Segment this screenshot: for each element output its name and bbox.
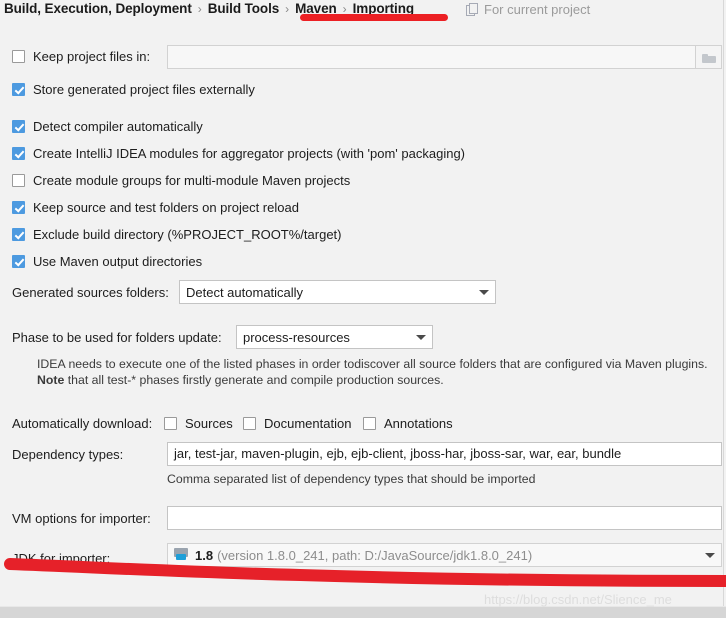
phase-update-value: process-resources — [243, 329, 350, 345]
store-generated-project-files-label: Store generated project files externally — [33, 82, 255, 97]
keep-project-files-checkbox[interactable] — [12, 50, 25, 63]
checkbox-row-maven-output-dirs[interactable]: Use Maven output directories — [12, 254, 202, 269]
use-maven-output-directories-label: Use Maven output directories — [33, 254, 203, 269]
dependency-types-input[interactable]: jar, test-jar, maven-plugin, ejb, ejb-cl… — [167, 442, 722, 466]
vm-options-row: VM options for importer: — [12, 511, 151, 526]
keep-project-files-label: Keep project files in: — [33, 49, 151, 64]
vm-options-label: VM options for importer: — [12, 511, 151, 526]
detect-compiler-automatically-checkbox[interactable] — [12, 120, 25, 133]
jdk-importer-dropdown[interactable]: 1.8 (version 1.8.0_241, path: D:/JavaSour… — [167, 543, 722, 567]
exclude-build-directory-checkbox[interactable] — [12, 228, 25, 241]
phase-note-bold: Note — [37, 373, 65, 387]
generated-sources-label: Generated sources folders: — [12, 285, 169, 300]
checkbox-row-store-generated[interactable]: Store generated project files externally — [12, 82, 255, 97]
chevron-down-icon — [705, 552, 715, 558]
breadcrumb-item-build-execution-deployment[interactable]: Build, Execution, Deployment — [4, 1, 192, 16]
create-intellij-modules-checkbox[interactable] — [12, 147, 25, 160]
keep-project-files-browse-button[interactable] — [696, 45, 722, 69]
dependency-types-row: Dependency types: — [12, 447, 123, 462]
auto-download-documentation-option[interactable]: Documentation — [243, 416, 351, 431]
create-module-groups-label: Create module groups for multi-module Ma… — [33, 173, 351, 188]
breadcrumb-separator-icon: › — [285, 1, 290, 16]
jdk-icon-front — [176, 554, 186, 560]
project-scope-label: For current project — [484, 2, 591, 17]
store-generated-project-files-checkbox[interactable] — [12, 83, 25, 96]
annotation-underline-top — [300, 14, 448, 21]
breadcrumb-separator-icon: › — [197, 1, 202, 16]
phase-update-row: Phase to be used for folders update: — [12, 330, 222, 345]
jdk-importer-value: 1.8 (version 1.8.0_241, path: D:/JavaSour… — [195, 548, 699, 563]
phase-note-line-1: IDEA needs to execute one of the listed … — [37, 357, 708, 371]
download-documentation-checkbox[interactable] — [243, 417, 256, 430]
create-intellij-modules-label: Create IntelliJ IDEA modules for aggrega… — [33, 146, 466, 161]
keep-source-test-folders-checkbox[interactable] — [12, 201, 25, 214]
phase-note-line-2: Note that all test-* phases firstly gene… — [37, 372, 444, 388]
watermark-text: https://blog.csdn.net/Slience_me — [484, 592, 672, 607]
copy-icon — [466, 3, 479, 16]
generated-sources-dropdown[interactable]: Detect automatically — [179, 280, 496, 304]
chevron-down-icon — [416, 334, 426, 340]
auto-download-annotations-option[interactable]: Annotations — [363, 416, 453, 431]
auto-download-label: Automatically download: — [12, 416, 153, 431]
chevron-down-icon — [479, 289, 489, 295]
vm-options-input[interactable] — [167, 506, 722, 530]
auto-download-row: Automatically download: — [12, 416, 152, 431]
checkbox-row-module-groups[interactable]: Create module groups for multi-module Ma… — [12, 173, 350, 188]
keep-project-files-input[interactable] — [167, 45, 696, 69]
phase-note-rest: that all test-* phases firstly generate … — [64, 373, 444, 387]
phase-update-label: Phase to be used for folders update: — [12, 330, 222, 345]
exclude-build-directory-label: Exclude build directory (%PROJECT_ROOT%/… — [33, 227, 342, 242]
folder-icon — [702, 53, 716, 63]
jdk-version: 1.8 — [195, 547, 214, 563]
jdk-path-detail: (version 1.8.0_241, path: D:/JavaSource/… — [217, 547, 533, 563]
download-sources-label: Sources — [185, 416, 233, 431]
use-maven-output-directories-checkbox[interactable] — [12, 255, 25, 268]
phase-update-dropdown[interactable]: process-resources — [236, 325, 433, 349]
download-annotations-checkbox[interactable] — [363, 417, 376, 430]
generated-sources-value: Detect automatically — [186, 284, 304, 300]
auto-download-sources-option[interactable]: Sources — [164, 416, 233, 431]
checkbox-row-detect-compiler[interactable]: Detect compiler automatically — [12, 119, 203, 134]
download-annotations-label: Annotations — [384, 416, 453, 431]
checkbox-row-exclude-build-dir[interactable]: Exclude build directory (%PROJECT_ROOT%/… — [12, 227, 341, 242]
download-sources-checkbox[interactable] — [164, 417, 177, 430]
create-module-groups-checkbox[interactable] — [12, 174, 25, 187]
settings-panel: Build, Execution, Deployment › Build Too… — [0, 0, 726, 618]
project-scope-indicator: For current project — [466, 2, 590, 17]
dependency-types-hint: Comma separated list of dependency types… — [167, 472, 536, 486]
jdk-importer-label: JDK for importer: — [12, 551, 111, 566]
jdk-module-icon — [174, 548, 190, 562]
generated-sources-row: Generated sources folders: — [12, 285, 169, 300]
keep-project-files-row: Keep project files in: — [12, 49, 150, 64]
keep-source-test-folders-label: Keep source and test folders on project … — [33, 200, 299, 215]
panel-right-divider — [723, 0, 724, 618]
bottom-strip — [0, 607, 726, 618]
checkbox-row-keep-source-test[interactable]: Keep source and test folders on project … — [12, 200, 299, 215]
jdk-importer-row: JDK for importer: — [12, 551, 110, 566]
checkbox-row-create-modules[interactable]: Create IntelliJ IDEA modules for aggrega… — [12, 146, 465, 161]
detect-compiler-automatically-label: Detect compiler automatically — [33, 119, 203, 134]
download-documentation-label: Documentation — [264, 416, 352, 431]
dependency-types-label: Dependency types: — [12, 447, 124, 462]
breadcrumb-item-build-tools[interactable]: Build Tools — [208, 1, 279, 16]
